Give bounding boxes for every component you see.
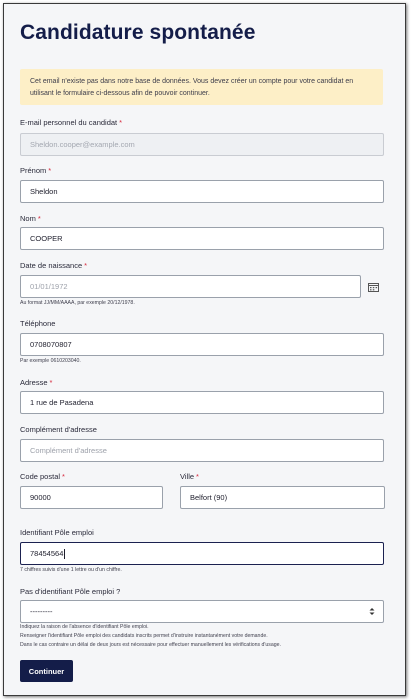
pole-emploi-hint: 7 chiffres suivis d'une 1 lettre ou d'un… xyxy=(20,567,122,573)
continue-button[interactable]: Continuer xyxy=(20,660,73,682)
pas-identifiant-hint-3: Dans le cas contraire un délai de deux j… xyxy=(20,642,281,648)
pas-identifiant-select[interactable]: --------- xyxy=(20,600,384,623)
calendar-icon[interactable] xyxy=(361,275,386,298)
pas-identifiant-hint-2: Renseigner l'identifiant Pôle emploi des… xyxy=(20,633,268,639)
email-field[interactable]: Sheldon.cooper@example.com xyxy=(20,133,384,156)
telephone-hint: Par exemple 0610203040. xyxy=(20,358,81,364)
code-postal-field[interactable]: 90000 xyxy=(20,486,163,509)
pole-emploi-field[interactable]: 78454564 xyxy=(20,542,384,565)
browser-frame: Candidature spontanée Cet email n'existe… xyxy=(3,3,406,696)
page-title: Candidature spontanée xyxy=(20,21,256,44)
alert-banner: Cet email n'existe pas dans notre base d… xyxy=(20,69,383,105)
code-postal-label: Code postal * xyxy=(20,472,65,481)
pas-identifiant-label: Pas d'identifiant Pôle emploi ? xyxy=(20,587,121,596)
text-caret xyxy=(64,548,66,559)
prenom-field[interactable]: Sheldon xyxy=(20,180,384,203)
telephone-label: Téléphone xyxy=(20,319,56,328)
complement-label: Complément d'adresse xyxy=(20,425,97,434)
complement-field[interactable]: Complément d'adresse xyxy=(20,439,384,462)
nom-field[interactable]: COOPER xyxy=(20,227,384,250)
adresse-label: Adresse * xyxy=(20,378,53,387)
email-label: E-mail personnel du candidat * xyxy=(20,118,123,127)
pas-identifiant-hint-1: Indiquez la raison de l'absence d'identi… xyxy=(20,624,149,630)
telephone-field[interactable]: 0708070807 xyxy=(20,333,384,356)
select-arrows-icon xyxy=(369,608,375,615)
naissance-hint: Au format JJ/MM/AAAA, par exemple 20/12/… xyxy=(20,300,135,306)
ville-field[interactable]: Belfort (90) xyxy=(180,486,385,509)
pole-emploi-label: Identifiant Pôle emploi xyxy=(20,528,94,537)
adresse-field[interactable]: 1 rue de Pasadena xyxy=(20,391,384,414)
naissance-label: Date de naissance * xyxy=(20,261,88,270)
prenom-label: Prénom * xyxy=(20,166,52,175)
nom-label: Nom * xyxy=(20,214,41,223)
ville-label: Ville * xyxy=(180,472,199,481)
naissance-field[interactable]: 01/01/1972 xyxy=(20,275,361,298)
